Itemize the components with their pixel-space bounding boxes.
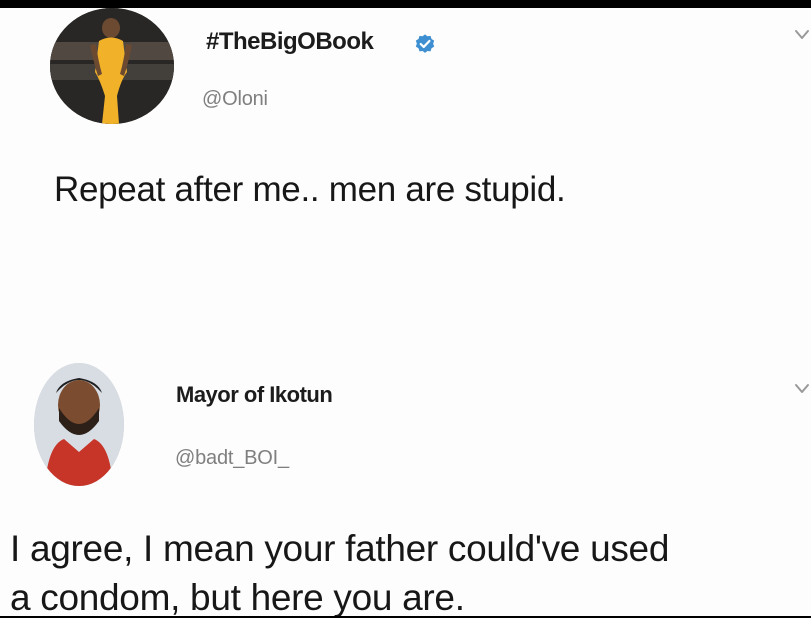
- avatar-image: [34, 363, 124, 486]
- avatar-image: [50, 8, 174, 124]
- display-name[interactable]: Mayor of Ikotun: [176, 382, 333, 408]
- profile-avatar-oloni[interactable]: [50, 8, 174, 124]
- display-name[interactable]: #TheBigOBook: [206, 28, 374, 56]
- verified-badge-shape: [415, 34, 435, 53]
- username[interactable]: @badt_BOI_: [175, 447, 289, 470]
- avatar-person-head: [102, 18, 120, 38]
- chevron-down-icon[interactable]: [793, 26, 811, 44]
- screenshot: #TheBigOBook @Oloni Repeat after me.. me…: [0, 0, 811, 618]
- tweet-text-line-1: I agree, I mean your father could've use…: [10, 528, 670, 569]
- profile-avatar-badt-boi[interactable]: [34, 363, 124, 486]
- chevron-down-icon[interactable]: [793, 380, 811, 398]
- tweet-text: Repeat after me.. men are stupid.: [54, 170, 566, 209]
- username[interactable]: @Oloni: [202, 88, 268, 111]
- tweet-text-line-2: a condom, but here you are.: [10, 577, 465, 616]
- verified-badge-icon: [415, 34, 435, 53]
- tweet-card: #TheBigOBook @Oloni Repeat after me.. me…: [0, 8, 811, 616]
